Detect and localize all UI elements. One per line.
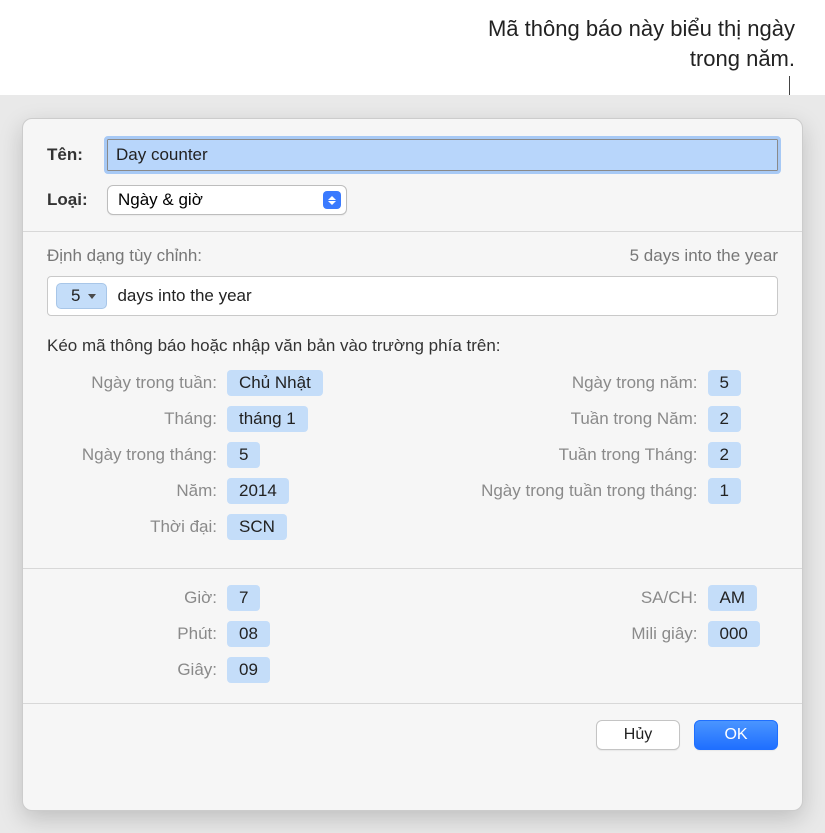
token-label: Ngày trong năm: [428,373,708,393]
format-preview: 5 days into the year [630,246,778,266]
token-row: SA/CH:AM [428,585,779,611]
callout-text: Mã thông báo này biểu thị ngày trong năm… [465,14,795,73]
token-row: Giây:09 [47,657,398,683]
type-select-wrap: Ngày & giờ [107,185,347,215]
token-chip-week-of-month[interactable]: 2 [708,442,741,468]
token-row: Năm:2014 [47,478,398,504]
date-tokens-right: Ngày trong năm:5 Tuần trong Năm:2 Tuần t… [428,370,779,550]
token-row: Tuần trong Tháng:2 [428,442,779,468]
token-label: Giây: [47,660,227,680]
date-tokens-left: Ngày trong tuần:Chủ Nhật Tháng:tháng 1 N… [47,370,398,550]
custom-format-label: Định dạng tùy chỉnh: [47,246,202,266]
token-label: Tuần trong Tháng: [428,445,708,465]
time-tokens-grid: Giờ:7 Phút:08 Giây:09 SA/CH:AM Mili giây… [47,585,778,693]
header-section: Tên: Loại: Ngày & giờ [23,119,802,232]
format-token-day-of-year[interactable]: 5 [56,283,107,309]
format-section: Định dạng tùy chỉnh: 5 days into the yea… [23,232,802,569]
type-label: Loại: [47,190,93,210]
token-label: SA/CH: [428,588,708,608]
token-chip-second[interactable]: 09 [227,657,270,683]
token-label: Mili giây: [428,624,708,644]
token-row: Tháng:tháng 1 [47,406,398,432]
token-row: Mili giây:000 [428,621,779,647]
token-chip-month[interactable]: tháng 1 [227,406,308,432]
name-input[interactable] [107,139,778,171]
format-input[interactable]: 5 days into the year [47,276,778,316]
token-value: 5 [71,286,80,306]
token-row: Ngày trong tuần:Chủ Nhật [47,370,398,396]
drag-instruction: Kéo mã thông báo hoặc nhập văn bản vào t… [47,336,778,356]
chevron-down-icon [88,294,96,299]
token-row: Giờ:7 [47,585,398,611]
token-chip-hour[interactable]: 7 [227,585,260,611]
custom-format-dialog: Tên: Loại: Ngày & giờ Định dạng tùy chỉn… [22,118,803,811]
token-chip-millisecond[interactable]: 000 [708,621,760,647]
token-label: Ngày trong tuần trong tháng: [428,481,708,501]
token-label: Năm: [47,481,227,501]
token-chip-day-of-month[interactable]: 5 [227,442,260,468]
token-label: Ngày trong tháng: [47,445,227,465]
dialog-footer: Hủy OK [23,704,802,770]
token-row: Ngày trong tháng:5 [47,442,398,468]
token-row: Tuần trong Năm:2 [428,406,779,432]
token-row: Thời đại:SCN [47,514,398,540]
token-label: Giờ: [47,588,227,608]
type-row: Loại: Ngày & giờ [47,185,778,215]
ok-button[interactable]: OK [694,720,778,750]
token-chip-minute[interactable]: 08 [227,621,270,647]
name-label: Tên: [47,145,93,165]
format-heading: Định dạng tùy chỉnh: 5 days into the yea… [47,246,778,266]
time-tokens-right: SA/CH:AM Mili giây:000 [428,585,779,693]
token-row: Ngày trong năm:5 [428,370,779,396]
token-label: Ngày trong tuần: [47,373,227,393]
name-row: Tên: [47,139,778,171]
token-row: Phút:08 [47,621,398,647]
type-select[interactable]: Ngày & giờ [107,185,347,215]
token-chip-weekday-of-month[interactable]: 1 [708,478,741,504]
token-chip-year[interactable]: 2014 [227,478,289,504]
token-label: Tháng: [47,409,227,429]
date-tokens-grid: Ngày trong tuần:Chủ Nhật Tháng:tháng 1 N… [47,370,778,550]
format-literal-text: days into the year [117,286,251,306]
token-chip-day-of-week[interactable]: Chủ Nhật [227,370,323,396]
token-chip-day-of-year[interactable]: 5 [708,370,741,396]
token-label: Phút: [47,624,227,644]
token-row: Ngày trong tuần trong tháng:1 [428,478,779,504]
token-chip-week-of-year[interactable]: 2 [708,406,741,432]
time-section: Giờ:7 Phút:08 Giây:09 SA/CH:AM Mili giây… [23,569,802,704]
token-chip-era[interactable]: SCN [227,514,287,540]
token-label: Thời đại: [47,517,227,537]
time-tokens-left: Giờ:7 Phút:08 Giây:09 [47,585,398,693]
token-label: Tuần trong Năm: [428,409,708,429]
token-chip-ampm[interactable]: AM [708,585,758,611]
cancel-button[interactable]: Hủy [596,720,680,750]
